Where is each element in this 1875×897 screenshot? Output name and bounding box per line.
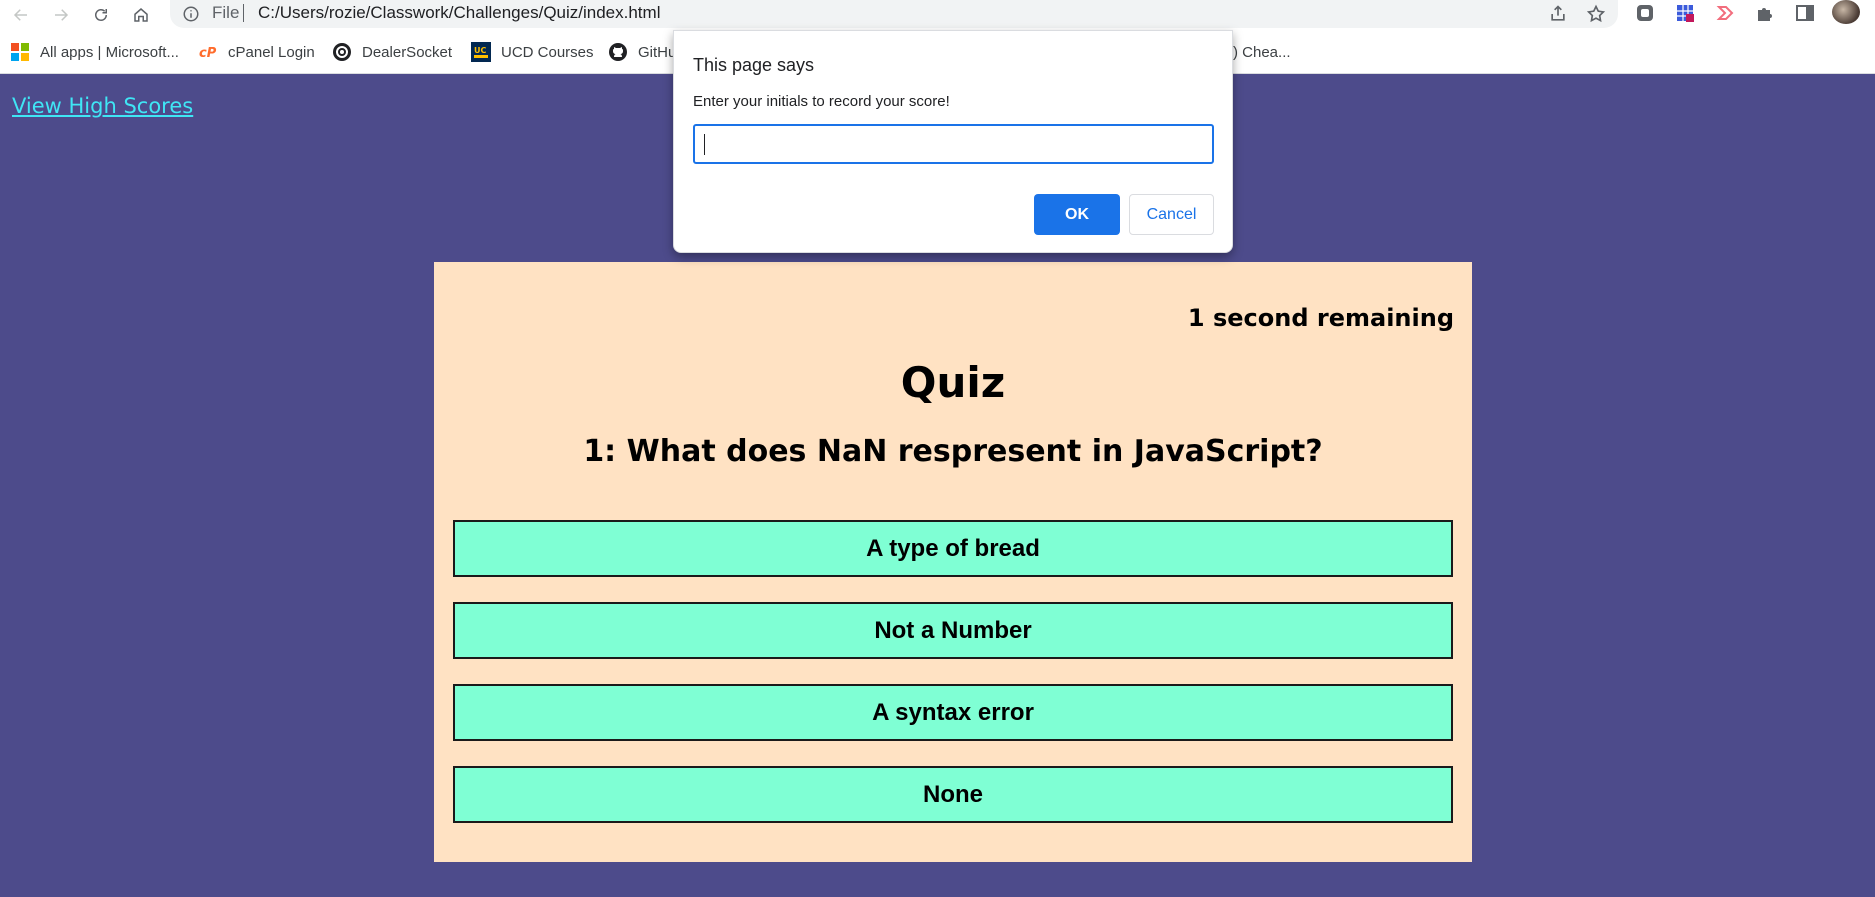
omnibox-divider xyxy=(243,4,244,22)
bookmark-label: GitHu xyxy=(638,43,677,61)
side-panel-icon xyxy=(1796,5,1814,21)
bookmark-dealersocket[interactable]: DealerSocket xyxy=(332,40,452,64)
bookmark-github[interactable]: GitHu xyxy=(608,40,676,64)
quiz-card: 1 second remaining Quiz 1: What does NaN… xyxy=(434,262,1472,862)
info-icon[interactable] xyxy=(182,5,200,23)
extension-button-1[interactable] xyxy=(1634,2,1656,24)
reload-button[interactable] xyxy=(88,2,114,28)
bookmark-label: DealerSocket xyxy=(362,43,453,61)
profile-avatar[interactable] xyxy=(1832,0,1860,24)
dealersocket-icon xyxy=(332,42,352,62)
arrow-left-icon xyxy=(13,9,27,21)
extension-button-3[interactable] xyxy=(1714,2,1736,24)
answer-button-3[interactable]: A syntax error xyxy=(453,684,1453,741)
bookmark-star-icon[interactable] xyxy=(1586,4,1606,24)
address-bar[interactable]: File C:/Users/rozie/Classwork/Challenges… xyxy=(170,0,1618,28)
extension-button-2[interactable] xyxy=(1674,2,1696,24)
forward-button[interactable] xyxy=(48,2,74,28)
puzzle-icon xyxy=(1758,8,1772,21)
bookmark-label: cPanel Login xyxy=(228,43,315,61)
bookmark-label: ) Chea... xyxy=(1233,43,1291,61)
answer-button-4[interactable]: None xyxy=(453,766,1453,823)
bookmark-ucd-courses[interactable]: UC UCD Courses xyxy=(471,40,594,64)
side-panel-button[interactable] xyxy=(1794,2,1816,24)
dialog-message: Enter your initials to record your score… xyxy=(693,93,950,110)
svg-text:UC: UC xyxy=(474,46,486,55)
github-icon xyxy=(608,42,628,62)
bookmark-cheatsheet[interactable]: ) Chea... xyxy=(1233,40,1291,64)
initials-input[interactable] xyxy=(693,124,1214,164)
cancel-button[interactable]: Cancel xyxy=(1129,194,1214,235)
extension-app-icon xyxy=(1637,5,1653,21)
scheme-label: File xyxy=(212,3,240,22)
timer-text: 1 second remaining xyxy=(1187,304,1454,332)
ok-button[interactable]: OK xyxy=(1034,194,1120,235)
answer-button-1[interactable]: A type of bread xyxy=(453,520,1453,577)
page-title: Quiz xyxy=(900,358,1006,407)
extensions-menu-button[interactable] xyxy=(1754,2,1776,24)
back-button[interactable] xyxy=(8,2,34,28)
play-arrow-icon xyxy=(1716,6,1734,20)
share-icon[interactable] xyxy=(1548,4,1568,24)
prompt-dialog: This page says Enter your initials to re… xyxy=(673,30,1233,253)
arrow-right-icon xyxy=(55,9,69,21)
dialog-title: This page says xyxy=(693,55,815,75)
answer-list: A type of bread Not a Number A syntax er… xyxy=(453,520,1453,848)
cpanel-icon: cP xyxy=(198,42,218,62)
microsoft-icon xyxy=(10,42,30,62)
browser-toolbar: File C:/Users/rozie/Classwork/Challenges… xyxy=(0,0,1875,30)
svg-text:cP: cP xyxy=(199,46,217,61)
reload-icon xyxy=(95,9,107,21)
answer-button-2[interactable]: Not a Number xyxy=(453,602,1453,659)
bookmark-label: All apps | Microsoft... xyxy=(40,43,179,61)
calendar-grid-icon xyxy=(1677,5,1694,22)
home-icon xyxy=(134,8,148,22)
ucd-icon: UC xyxy=(471,42,491,62)
bookmark-all-apps[interactable]: All apps | Microsoft... xyxy=(10,40,179,64)
bookmark-cpanel[interactable]: cP cPanel Login xyxy=(198,40,315,64)
bookmark-label: UCD Courses xyxy=(501,43,594,61)
url-text[interactable]: C:/Users/rozie/Classwork/Challenges/Quiz… xyxy=(258,3,660,23)
question-text: 1: What does NaN respresent in JavaScrip… xyxy=(583,434,1323,469)
text-caret xyxy=(704,134,705,155)
home-button[interactable] xyxy=(128,2,154,28)
view-high-scores-link[interactable]: View High Scores xyxy=(12,94,193,118)
